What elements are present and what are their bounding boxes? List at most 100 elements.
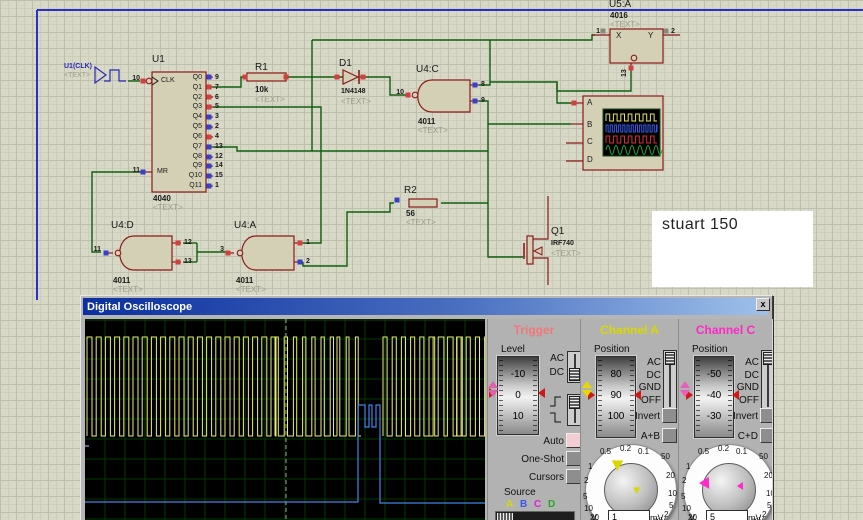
position-label: Position [594,344,630,355]
schematic-text: 3 [215,113,219,120]
source-channel-c[interactable]: C [534,499,541,510]
auto-button[interactable] [566,433,581,448]
invert-button[interactable] [760,408,773,423]
oscilloscope-window[interactable]: Digital Oscilloscope x Trigger Level -10… [80,295,773,520]
volts-div-knob[interactable] [702,463,756,517]
dial-label: 10 [584,504,593,513]
source-label: Source [504,487,536,498]
coupling-label-dc: DC [745,370,759,381]
source-channel-a[interactable]: A [506,499,513,510]
channel-title: Channel A [581,319,678,337]
channel-c-panel: Channel CPosition-50-40-30ACDCGNDOFFInve… [678,319,773,520]
dial-label: 0.1 [736,447,747,456]
schematic-text: 10k [255,86,268,94]
schematic-text: 8 [481,81,485,88]
slider-handle[interactable] [497,513,513,520]
switch-handle[interactable] [665,352,675,365]
position-down-arrow[interactable] [680,390,690,397]
schematic-text: Q1 [193,84,202,91]
dial-label: 5 [669,501,673,510]
dial-label: 0.2 [718,444,729,453]
position-up-arrow[interactable] [488,381,498,388]
dial-label: 0.1 [638,447,649,456]
schematic-text: U4:D [111,221,134,231]
dial-label: 50 [661,452,670,461]
slider-tick-label: -40 [695,390,733,401]
coupling-switch[interactable] [663,350,677,410]
coupling-label-dc: DC [550,367,564,378]
coupling-label-dc: DC [647,370,661,381]
schematic-text: U4:A [234,221,256,231]
app-canvas: U1(CLK)<TEXT>U14040<TEXT>CLKMRQ0Q1Q2Q3Q4… [0,0,863,520]
schematic-text: 9 [215,74,219,81]
scope-display [85,319,485,520]
titlebar[interactable]: Digital Oscilloscope [83,298,768,315]
dial-label: 2 [584,476,588,485]
position-slider[interactable]: 8090100 [596,356,636,438]
coupling-switch[interactable] [761,350,773,410]
schematic-text: Q10 [189,172,202,179]
a-plus-b-button[interactable] [662,428,677,443]
schematic-text: 1N4148 [341,88,366,95]
slider-tick-label: -50 [695,369,733,380]
position-down-arrow[interactable] [488,390,498,397]
source-channel-d[interactable]: D [548,499,555,510]
value-box[interactable]: 1 [608,510,650,520]
switch-handle[interactable] [569,396,580,409]
cursors-button[interactable] [566,469,581,484]
note-box[interactable]: stuart 150 [652,211,813,287]
position-down-arrow[interactable] [582,390,592,397]
trigger-level-slider[interactable]: -10 0 10 [497,356,539,435]
schematic-text: X [616,32,621,40]
position-up-arrow[interactable] [582,381,592,388]
value-box[interactable]: 5 [706,510,748,520]
schematic-text: Q8 [193,153,202,160]
schematic-text: 6 [215,94,219,101]
schematic-text: 11 [133,167,140,174]
window-title: Digital Oscilloscope [83,301,192,313]
schematic-text: D [587,156,593,164]
schematic-text: Q6 [193,133,202,140]
schematic-text: 5 [215,103,219,110]
schematic-text: MR [157,168,168,175]
schematic-text: Q4 [193,113,202,120]
schematic-text: 12 [184,239,192,246]
schematic-text: Q2 [193,94,202,101]
waveform-plot [85,319,485,520]
close-button[interactable]: x [756,298,770,311]
source-channel-b[interactable]: B [520,499,527,510]
trigger-coupling-switch[interactable] [567,351,581,383]
schematic-text: <TEXT> [341,98,371,106]
dial-label: 1 [686,462,690,471]
schematic-text: U1(CLK) [64,63,92,70]
dial-label: 5 [767,501,771,510]
trigger-edge-switch[interactable] [567,394,581,426]
coupling-label-ac: AC [647,357,661,368]
c-plus-d-button[interactable] [760,428,773,443]
schematic-text: 2 [306,258,310,265]
schematic-text: <TEXT> [418,127,448,135]
dial-label: 2 [682,476,686,485]
unit-volts: V [689,513,695,520]
dial-label: 0.2 [620,444,631,453]
dial-label: 20 [764,471,773,480]
slider-tick-label: 0 [498,390,538,401]
position-up-arrow[interactable] [680,381,690,388]
one-shot-button[interactable] [566,451,581,466]
trigger-horizontal-slider[interactable] [495,511,575,520]
coupling-label-ac: AC [745,357,759,368]
slider-tick-label: -10 [498,369,538,380]
position-slider[interactable]: -50-40-30 [694,356,734,438]
switch-handle[interactable] [569,368,580,381]
dial-label: 5 [681,492,685,501]
dial-label: 0.5 [698,447,709,456]
note-text: stuart 150 [662,216,738,234]
switch-handle[interactable] [763,352,773,365]
one-shot-label: One-Shot [521,454,564,465]
schematic-text: 14 [215,162,223,169]
channel-title: Channel C [679,319,772,337]
schematic-text: 4016 [610,12,628,20]
invert-button[interactable] [662,408,677,423]
schematic-text: Q7 [193,143,202,150]
slider-tick-label: 10 [498,411,538,422]
